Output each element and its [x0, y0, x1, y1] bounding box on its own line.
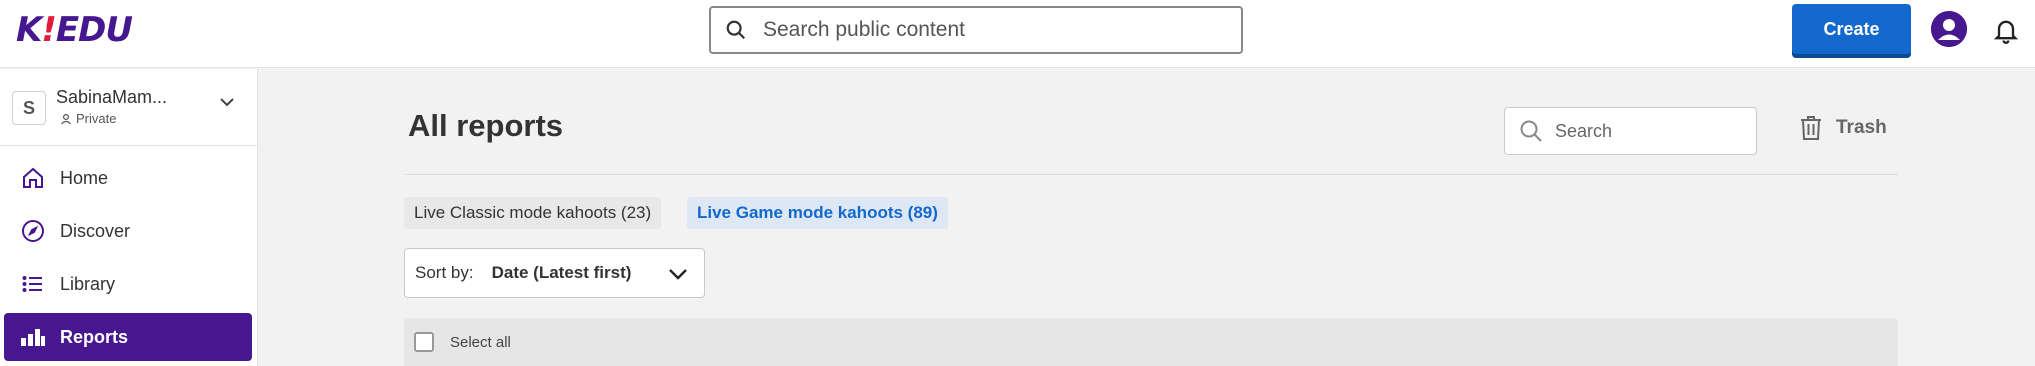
page-title: All reports: [408, 108, 564, 143]
sidebar: S SabinaMam... Private Home Discover Lib…: [0, 69, 258, 366]
sidebar-item-library[interactable]: Library: [4, 260, 252, 308]
search-icon: [726, 20, 746, 40]
account-name: SabinaMam...: [56, 87, 168, 107]
chevron-down-icon: [669, 269, 687, 280]
search-icon: [1520, 120, 1542, 142]
account-initial-badge: S: [12, 91, 46, 125]
account-visibility: Private: [60, 111, 116, 126]
user-icon: [1931, 11, 1967, 47]
compass-icon: [20, 218, 46, 244]
sort-dropdown[interactable]: Sort by: Date (Latest first): [404, 248, 705, 298]
public-content-search[interactable]: [709, 6, 1243, 54]
sort-label: Sort by:: [415, 263, 474, 282]
sidebar-item-reports[interactable]: Reports: [4, 313, 252, 361]
person-icon: [61, 113, 71, 124]
tab-live-classic[interactable]: Live Classic mode kahoots (23): [404, 197, 662, 229]
select-all-bar: Select all: [404, 318, 1898, 366]
list-icon: [20, 271, 46, 297]
bar-chart-icon: [20, 324, 46, 350]
top-bar: K!EDU Create: [0, 0, 2035, 68]
home-icon: [20, 165, 46, 191]
sidebar-item-discover[interactable]: Discover: [4, 207, 252, 255]
tab-live-game[interactable]: Live Game mode kahoots (89): [687, 197, 948, 229]
trash-button[interactable]: Trash: [1800, 116, 1887, 140]
title-divider: [405, 174, 1898, 175]
sidebar-divider: [0, 145, 258, 146]
avatar[interactable]: [1931, 11, 1967, 47]
trash-icon: [1801, 116, 1821, 140]
sort-value: Date (Latest first): [491, 263, 632, 282]
select-all-label: Select all: [450, 333, 511, 351]
chevron-down-icon[interactable]: [218, 93, 236, 111]
account-switcher[interactable]: S SabinaMam... Private: [12, 87, 246, 139]
reports-search[interactable]: [1504, 107, 1757, 155]
create-button[interactable]: Create: [1792, 4, 1911, 54]
bell-icon[interactable]: [1992, 16, 2020, 44]
kahoot-edu-logo[interactable]: K!EDU: [16, 10, 133, 50]
search-input[interactable]: [763, 18, 1223, 42]
select-all-checkbox[interactable]: [414, 332, 434, 352]
sidebar-item-home[interactable]: Home: [4, 154, 252, 202]
reports-search-input[interactable]: [1555, 120, 1735, 142]
